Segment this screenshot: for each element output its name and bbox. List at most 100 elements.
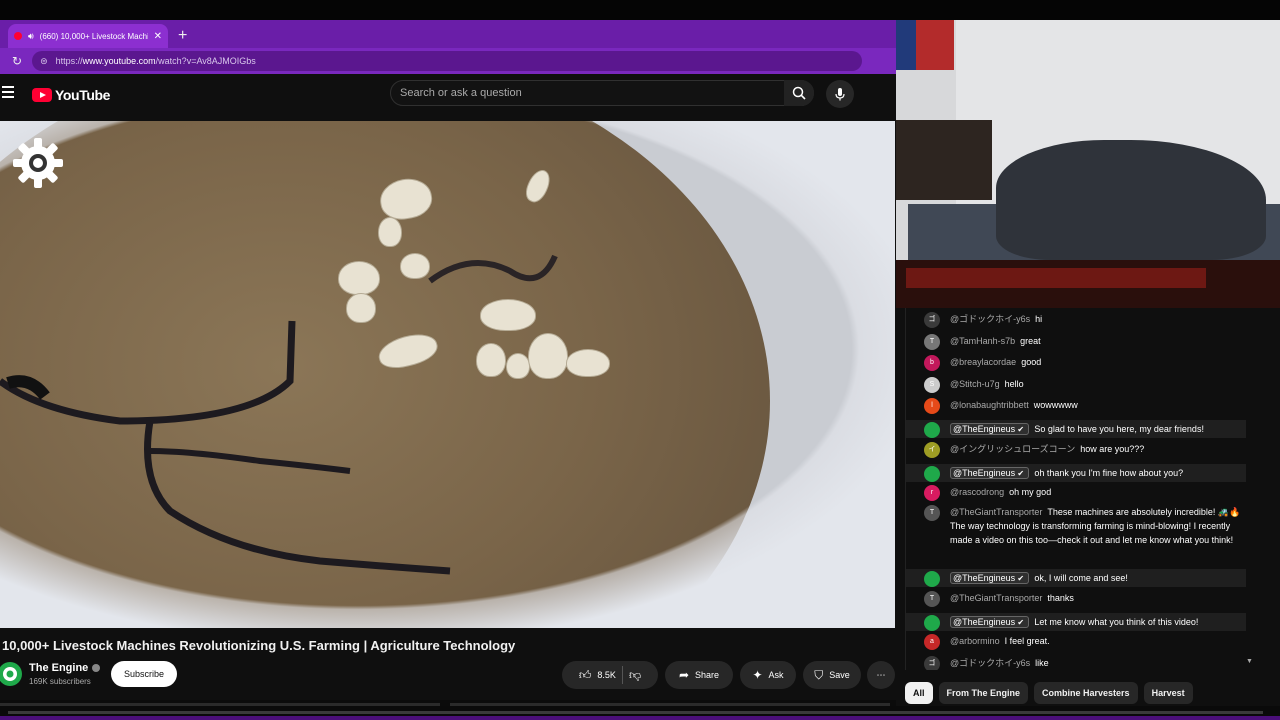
chat-message: @TheEngineus ✔ ok, I will come and see! [906,569,1246,587]
chat-author[interactable]: @TheEngineus ✔ [950,616,1030,628]
channel-row: The Engine 169K subscribers Subscribe 👍︎… [0,660,896,692]
chat-author[interactable]: @rascodrong [950,487,1004,497]
bottom-accent-bar [0,716,1280,720]
chat-message: a @arbormino I feel great. [906,634,1246,650]
chat-message-body: @arbormino I feel great. [950,634,1246,648]
filter-chip[interactable]: All [905,682,933,704]
chat-author[interactable]: @イングリッシュローズコーン [950,444,1075,454]
chat-author[interactable]: @TheGiantTransporter [950,507,1042,517]
chat-message: b @breaylacordae good [906,355,1246,371]
chat-message-body: @TheEngineus ✔ ok, I will come and see! [950,569,1246,586]
pill-divider [621,666,623,684]
youtube-logo[interactable]: YouTube [32,87,110,103]
chat-author[interactable]: @arbormino [950,636,1000,646]
chat-avatar[interactable]: r [924,485,940,501]
chat-avatar[interactable] [924,615,940,631]
youtube-masthead: YouTube Search or ask a question [0,74,896,114]
youtube-wordmark: YouTube [55,87,111,103]
share-button[interactable]: ➦ Share [665,661,733,689]
ask-button[interactable]: ✦ Ask [740,661,796,689]
audio-playing-icon[interactable]: 🔊︎ [28,31,34,42]
new-tab-button[interactable]: + [178,27,187,45]
webcam-blanket [996,140,1266,260]
chat-message-body: @TamHanh-s7b great [950,334,1246,348]
voice-search-button[interactable] [826,80,854,108]
chat-message-body: @lonabaughtribbett wowwwww [950,398,1246,412]
chat-avatar[interactable]: S [924,377,940,393]
chat-author[interactable]: @ゴドックホイ-y6s [950,314,1030,324]
chat-message-body: @breaylacordae good [950,355,1246,369]
chat-author[interactable]: @ゴドックホイ-y6s [950,658,1030,668]
chat-avatar[interactable]: ゴ [924,312,940,328]
chat-message-body: @TheGiantTransporter thanks [950,591,1246,605]
chat-text: oh my god [1009,487,1052,497]
dislike-button[interactable]: 👎︎ [629,668,641,683]
search-input[interactable]: Search or ask a question [390,80,814,106]
chat-avatar[interactable]: イ [924,442,940,458]
chat-message: イ @イングリッシュローズコーン how are you??? [906,442,1246,458]
verified-check-icon: ✔ [1015,574,1027,583]
chat-avatar[interactable] [924,571,940,587]
more-actions-button[interactable]: ⋯ [867,661,895,689]
search-icon [792,86,806,100]
menu-icon[interactable] [2,86,14,98]
chat-avatar[interactable]: T [924,505,940,521]
channel-name[interactable]: The Engine [29,662,101,674]
sparkle-icon: ✦ [752,668,763,682]
filter-chip[interactable]: Combine Harvesters [1034,682,1138,704]
chat-author[interactable]: @breaylacordae [950,357,1016,367]
url-field[interactable]: ⊜ https://www.youtube.com/watch?v=Av8AJM… [32,51,863,71]
chat-author[interactable]: @Stitch-u7g [950,379,1000,389]
chat-author[interactable]: @TheEngineus ✔ [950,572,1030,584]
youtube-favicon-icon [14,32,22,40]
chat-author[interactable]: @TheGiantTransporter [950,593,1042,603]
chat-avatar[interactable]: ゴ [924,656,940,670]
chat-author[interactable]: @TheEngineus ✔ [950,423,1030,435]
subscribe-button[interactable]: Subscribe [111,661,177,687]
chat-avatar[interactable] [924,466,940,482]
chat-message-body: @イングリッシュローズコーン how are you??? [950,442,1246,456]
channel-watermark-gear-icon [13,138,63,188]
filter-chip[interactable]: From The Engine [938,682,1029,704]
chat-avatar[interactable]: T [924,334,940,350]
thumbs-down-icon: 👎︎ [628,667,642,682]
chat-avatar[interactable]: T [924,591,940,607]
chat-message: T @TamHanh-s7b great [906,334,1246,350]
chat-avatar[interactable] [924,422,940,438]
browser-tab[interactable]: 🔊︎ (660) 10,000+ Livestock Machi ✕ [8,24,168,48]
search-button[interactable] [784,80,814,106]
video-title: 10,000+ Livestock Machines Revolutionizi… [2,638,516,653]
live-chat-panel[interactable]: ゴ @ゴドックホイ-y6s hi T @TamHanh-s7b great b @breayl… [905,308,1255,670]
chat-message: @TheEngineus ✔ oh thank you I'm fine how… [906,464,1246,482]
verified-badge-icon [92,664,101,672]
save-button[interactable]: ⛉ Save [803,661,861,689]
filter-chip[interactable]: Harvest [1143,682,1193,704]
webcam-led-glow [906,268,1206,288]
chat-message: T @TheGiantTransporter thanks [906,591,1246,607]
chat-author[interactable]: @TamHanh-s7b [950,336,1015,346]
reload-icon[interactable]: ↻ [12,54,22,68]
chat-message: T @TheGiantTransporter These machines are … [906,505,1246,563]
site-info-icon[interactable]: ⊜ [40,56,48,67]
webcam-flag [896,20,954,70]
share-icon: ➦ [678,668,690,682]
chat-avatar[interactable]: b [924,355,940,371]
ask-label: Ask [768,670,784,680]
chat-author[interactable]: @TheEngineus ✔ [950,467,1030,479]
like-button[interactable]: 👍︎ 8.5K [579,668,616,683]
chat-text: wowwwww [1033,400,1078,410]
url-host: www.youtube.com [82,56,156,66]
screen: 🔊︎ (660) 10,000+ Livestock Machi ✕ + ↻ ⊜… [0,0,1280,720]
channel-avatar[interactable] [0,662,22,686]
chat-author[interactable]: @lonabaughtribbett [950,400,1029,410]
close-tab-icon[interactable]: ✕ [154,31,162,42]
verified-check-icon: ✔ [1015,469,1027,478]
chat-avatar[interactable]: l [924,398,940,414]
chat-avatar[interactable]: a [924,634,940,650]
chat-message-body: @ゴドックホイ-y6s like [950,656,1246,670]
chat-text: Let me know what you think of this video… [1034,617,1199,627]
video-player[interactable] [0,121,895,628]
chat-scroll-down-icon[interactable]: ▼ [1246,658,1253,665]
chat-message-body: @TheEngineus ✔ oh thank you I'm fine how… [950,464,1246,481]
chat-text: hi [1035,314,1043,324]
